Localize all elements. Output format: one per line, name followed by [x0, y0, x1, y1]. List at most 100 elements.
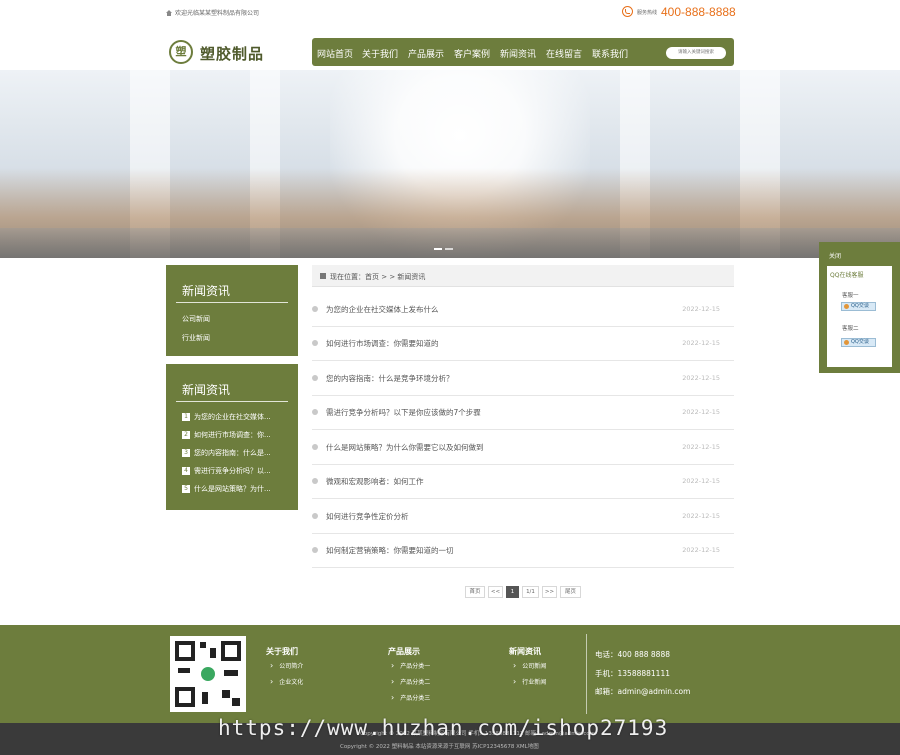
article-title[interactable]: 如何制定营销策略：你需要知道的一切: [326, 545, 454, 556]
slider-dots[interactable]: [434, 243, 456, 252]
article-title[interactable]: 为您的企业在社交媒体上发布什么: [326, 304, 439, 315]
category-link-industry[interactable]: 行业新闻: [182, 333, 210, 343]
category-link-company[interactable]: 公司新闻: [182, 314, 210, 324]
article-date: 2022-12-15: [682, 443, 720, 451]
pager-last[interactable]: 尾页: [560, 586, 581, 598]
welcome-text: 欢迎光临某某塑料制品有限公司: [175, 10, 260, 17]
article-date: 2022-12-15: [682, 546, 720, 554]
article-row[interactable]: 如何进行竞争性定价分析 2022-12-15: [312, 500, 734, 534]
footer-link[interactable]: 产品分类一: [391, 661, 430, 670]
footer-link[interactable]: 产品分类二: [391, 677, 430, 686]
article-date: 2022-12-15: [682, 408, 720, 416]
news-list-item[interactable]: 4 需进行竞争分析吗？以...: [182, 466, 271, 476]
qq-chat-button[interactable]: QQ交谈: [841, 302, 876, 311]
footer-link[interactable]: 企业文化: [270, 677, 303, 686]
article-date: 2022-12-15: [682, 339, 720, 347]
footer-link[interactable]: 公司简介: [270, 661, 303, 670]
article-title[interactable]: 如何进行竞争性定价分析: [326, 511, 409, 522]
news-box: 新闻资讯 1 为您的企业在社交媒体... 2 如何进行市场调查：你... 3 您的内容…: [166, 364, 298, 510]
article-title[interactable]: 需进行竞争分析吗？以下是你应该做的7个步骤: [326, 407, 481, 418]
category-title: 新闻资讯: [182, 284, 231, 298]
qq-close-button[interactable]: 关闭: [829, 251, 841, 260]
news-list-item[interactable]: 2 如何进行市场调查：你...: [182, 430, 271, 440]
bullet-icon: [312, 340, 318, 346]
copyright-line[interactable]: Copyright © 2022 塑料制品 本站资源来源于互联网 苏ICP123…: [340, 742, 539, 750]
top-bar: 欢迎光临某某塑料制品有限公司 服务热线 400-888-8888: [0, 0, 900, 26]
news-list-item[interactable]: 5 什么是网站策略？为什...: [182, 484, 271, 494]
news-list-item[interactable]: 1 为您的企业在社交媒体...: [182, 412, 271, 422]
article-date: 2022-12-15: [682, 374, 720, 382]
article-title[interactable]: 您的内容指南：什么是竞争环境分析？: [326, 373, 454, 384]
category-box: 新闻资讯 公司新闻 行业新闻: [166, 265, 298, 356]
qr-logo: [199, 665, 217, 683]
qq-panel-body: QQ在线客服 客服一 QQ交谈 客服二 QQ交谈: [827, 266, 892, 367]
pager-info: 1/1: [522, 586, 539, 598]
footer-products-title[interactable]: 产品展示: [388, 646, 420, 657]
phone-icon: [622, 6, 633, 17]
hotline-label: 服务热线: [637, 10, 658, 16]
pager-first[interactable]: 首页: [465, 586, 485, 598]
article-date: 2022-12-15: [682, 477, 720, 485]
bullet-icon: [312, 444, 318, 450]
article-row[interactable]: 您的内容指南：什么是竞争环境分析？ 2022-12-15: [312, 362, 734, 396]
article-row[interactable]: 如何进行市场调查：你需要知道的 2022-12-15: [312, 327, 734, 361]
bullet-icon: [312, 478, 318, 484]
hero-banner: [0, 70, 900, 258]
nav-cases[interactable]: 客户案例: [454, 47, 490, 60]
qr-code-icon: [170, 636, 246, 712]
pager-prev[interactable]: <<: [488, 586, 503, 598]
article-title[interactable]: 微观和宏观影响者：如何工作: [326, 476, 424, 487]
footer-divider: [586, 634, 587, 714]
news-divider: [176, 401, 288, 402]
footer-link[interactable]: 公司新闻: [513, 661, 546, 670]
main-nav: 网站首页 关于我们 产品展示 客户案例 新闻资讯 在线留言 联系我们 请输入关键…: [312, 38, 734, 66]
pager-current[interactable]: 1: [506, 586, 519, 598]
bullet-icon: [312, 409, 318, 415]
footer-news-title[interactable]: 新闻资讯: [509, 646, 541, 657]
news-list-item[interactable]: 3 您的内容指南：什么是...: [182, 448, 271, 458]
hotline-phone: 400-888-8888: [661, 5, 736, 19]
qq-service-panel: 关闭 QQ在线客服 客服一 QQ交谈 客服二 QQ交谈: [819, 242, 900, 373]
bullet-icon: [312, 306, 318, 312]
nav-news[interactable]: 新闻资讯: [500, 47, 536, 60]
news-title: 新闻资讯: [182, 383, 231, 397]
nav-about[interactable]: 关于我们: [362, 47, 398, 60]
nav-message[interactable]: 在线留言: [546, 47, 582, 60]
article-row[interactable]: 微观和宏观影响者：如何工作 2022-12-15: [312, 465, 734, 499]
qq-panel-title: QQ在线客服: [830, 272, 864, 279]
nav-products[interactable]: 产品展示: [408, 47, 444, 60]
bullet-icon: [312, 513, 318, 519]
nav-contact[interactable]: 联系我们: [592, 47, 628, 60]
footer: 关于我们 公司简介 企业文化 产品展示 产品分类一 产品分类二 产品分类三 新闻…: [0, 625, 900, 723]
footer-link[interactable]: 行业新闻: [513, 677, 546, 686]
article-title[interactable]: 如何进行市场调查：你需要知道的: [326, 338, 439, 349]
footer-link[interactable]: 产品分类三: [391, 693, 430, 702]
slider-dot[interactable]: [434, 248, 442, 250]
article-row[interactable]: 为您的企业在社交媒体上发布什么 2022-12-15: [312, 293, 734, 327]
nav-home[interactable]: 网站首页: [317, 47, 353, 60]
footer-email: 邮箱：admin@admin.com: [595, 687, 691, 696]
home-icon[interactable]: [166, 9, 172, 16]
slider-dot[interactable]: [445, 248, 453, 250]
logo-icon[interactable]: 塑: [169, 40, 193, 64]
footer-mobile: 手机：13588881111: [595, 669, 670, 678]
footer-about-title[interactable]: 关于我们: [266, 646, 298, 657]
article-row[interactable]: 如何制定营销策略：你需要知道的一切 2022-12-15: [312, 534, 734, 568]
article-title[interactable]: 什么是网站策略？为什么你需要它以及如何做到: [326, 442, 484, 453]
article-row[interactable]: 需进行竞争分析吗？以下是你应该做的7个步骤 2022-12-15: [312, 396, 734, 430]
qq-chat-button[interactable]: QQ交谈: [841, 338, 876, 347]
bullet-icon: [312, 375, 318, 381]
qq-agent-name: 客服二: [842, 326, 859, 332]
article-row[interactable]: 什么是网站策略？为什么你需要它以及如何做到 2022-12-15: [312, 431, 734, 465]
category-divider: [176, 302, 288, 303]
search-input[interactable]: 请输入关键词搜索: [666, 47, 726, 59]
footer-tel: 电话：400 888 8888: [595, 650, 670, 659]
article-date: 2022-12-15: [682, 512, 720, 520]
location-icon: [320, 273, 326, 279]
logo-text[interactable]: 塑胶制品: [200, 43, 264, 64]
qq-agent-name: 客服一: [842, 293, 859, 299]
breadcrumb-text[interactable]: 现在位置：首页 > > 新闻资讯: [330, 272, 425, 282]
watermark-text: https://www.huzhan.com/ishop27193: [218, 716, 669, 740]
pager-next[interactable]: >>: [542, 586, 557, 598]
breadcrumb: 现在位置：首页 > > 新闻资讯: [312, 265, 734, 287]
